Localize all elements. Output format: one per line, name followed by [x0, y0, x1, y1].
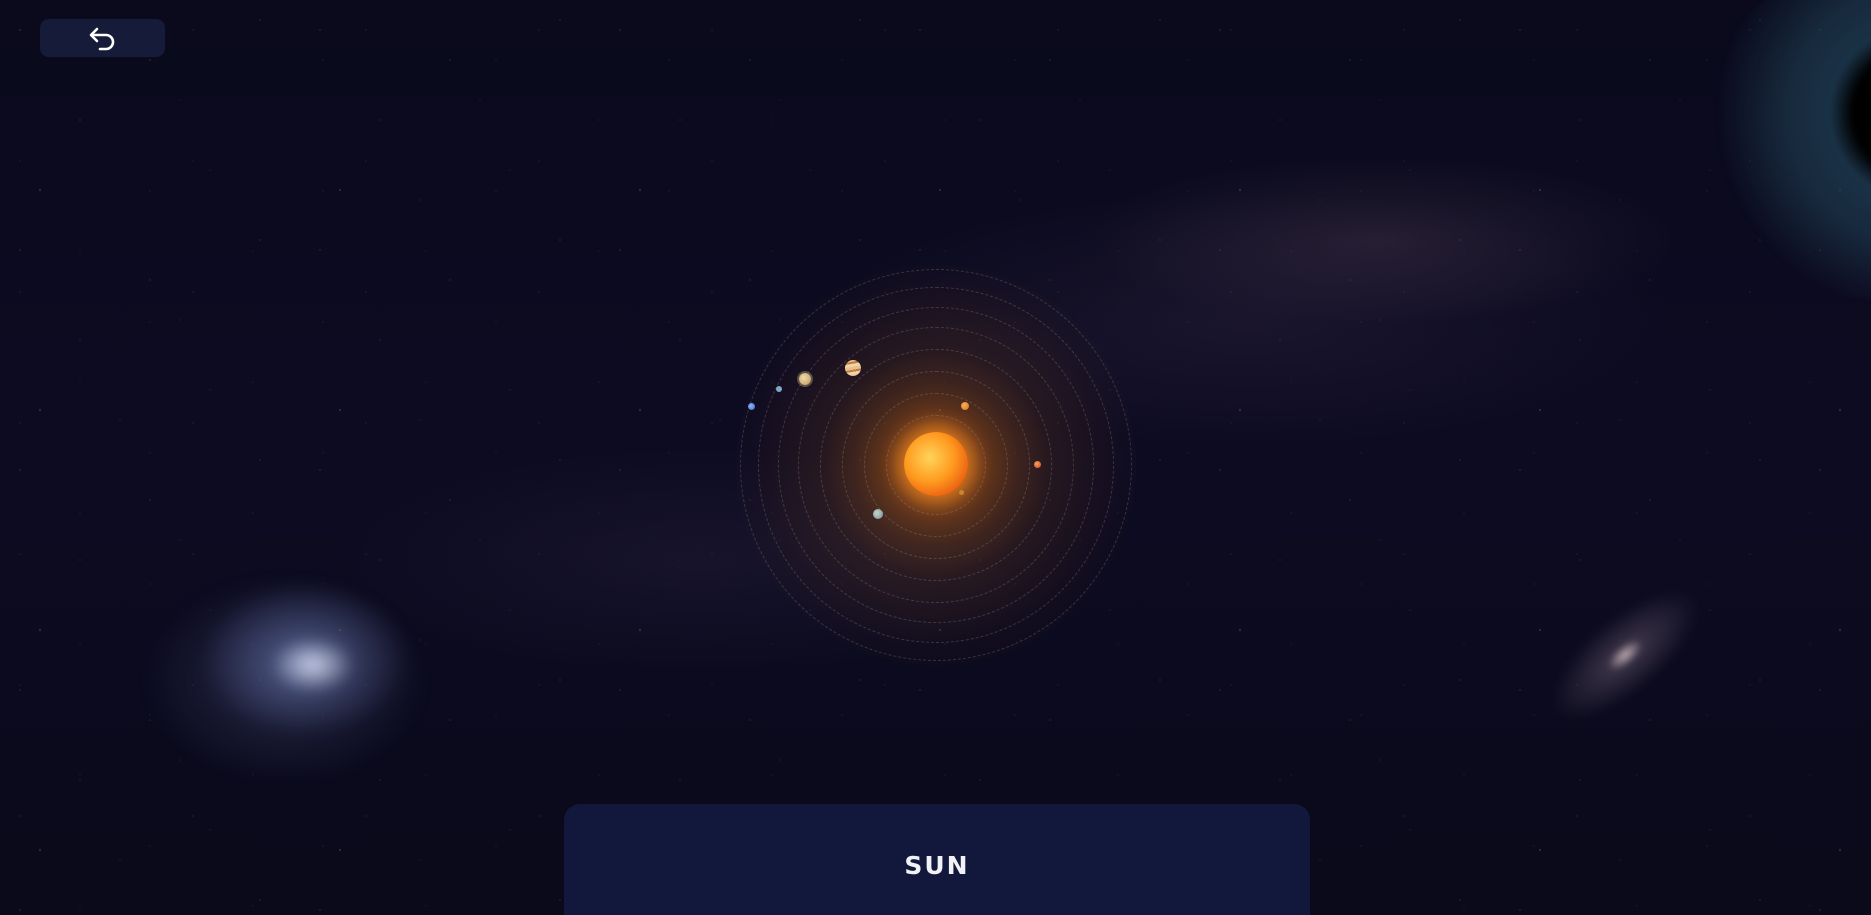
undo-arrow-icon: [89, 27, 114, 51]
planet-uranus[interactable]: [776, 386, 782, 392]
nebula-image: [110, 520, 500, 810]
planet-jupiter[interactable]: [845, 360, 861, 376]
planet-venus[interactable]: [961, 402, 969, 410]
sun[interactable]: [904, 432, 968, 496]
planet-mercury[interactable]: [959, 490, 964, 495]
planet-mars[interactable]: [1034, 461, 1041, 468]
solar-system: [736, 265, 1136, 665]
space-scene: SUN: [0, 0, 1871, 915]
planet-saturn[interactable]: [799, 373, 811, 385]
planet-earth[interactable]: [873, 509, 883, 519]
back-button[interactable]: [40, 19, 165, 57]
selected-body-title: SUN: [904, 851, 970, 880]
info-panel: SUN: [564, 804, 1310, 915]
planet-neptune[interactable]: [748, 403, 755, 410]
